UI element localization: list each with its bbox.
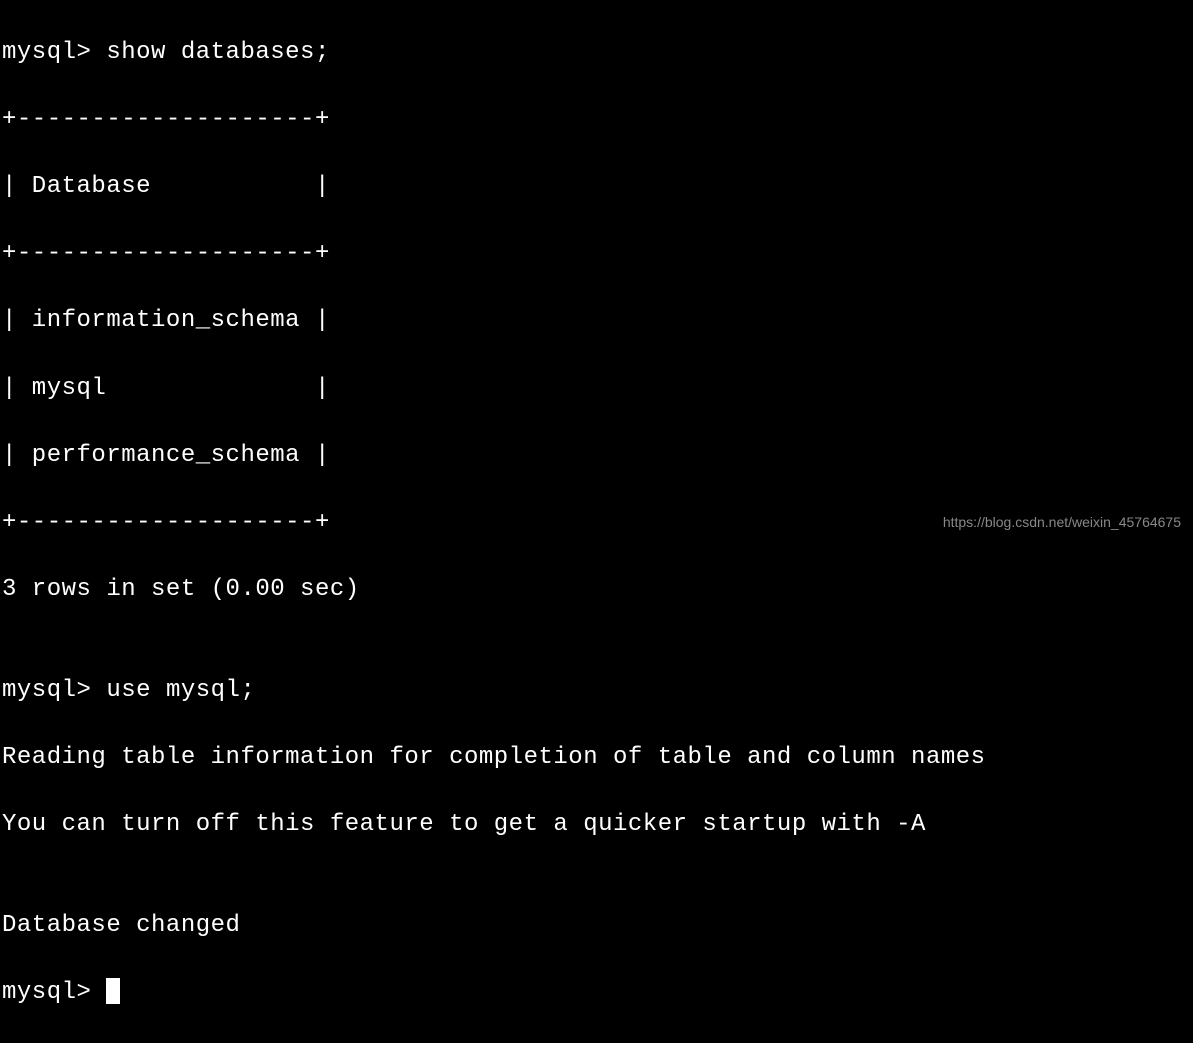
info-message: You can turn off this feature to get a q… (2, 808, 1191, 842)
table-row: | information_schema | (2, 304, 1191, 338)
table-border: +--------------------+ (2, 103, 1191, 137)
result-summary: 3 rows in set (0.00 sec) (2, 573, 1191, 607)
command-line-1: mysql> show databases; (2, 36, 1191, 70)
table-row: | mysql | (2, 372, 1191, 406)
prompt: mysql> (2, 979, 106, 1006)
table-header: | Database | (2, 170, 1191, 204)
info-message: Reading table information for completion… (2, 741, 1191, 775)
prompt: mysql> (2, 39, 106, 66)
table-row: | performance_schema | (2, 439, 1191, 473)
watermark-text: https://blog.csdn.net/weixin_45764675 (943, 513, 1181, 533)
status-message: Database changed (2, 909, 1191, 943)
table-border: +--------------------+ (2, 237, 1191, 271)
command-text: use mysql; (106, 677, 255, 704)
active-prompt-line[interactable]: mysql> (2, 976, 1191, 1010)
cursor-icon (106, 978, 120, 1004)
command-text: show databases; (106, 39, 330, 66)
command-line-2: mysql> use mysql; (2, 674, 1191, 708)
prompt: mysql> (2, 677, 106, 704)
